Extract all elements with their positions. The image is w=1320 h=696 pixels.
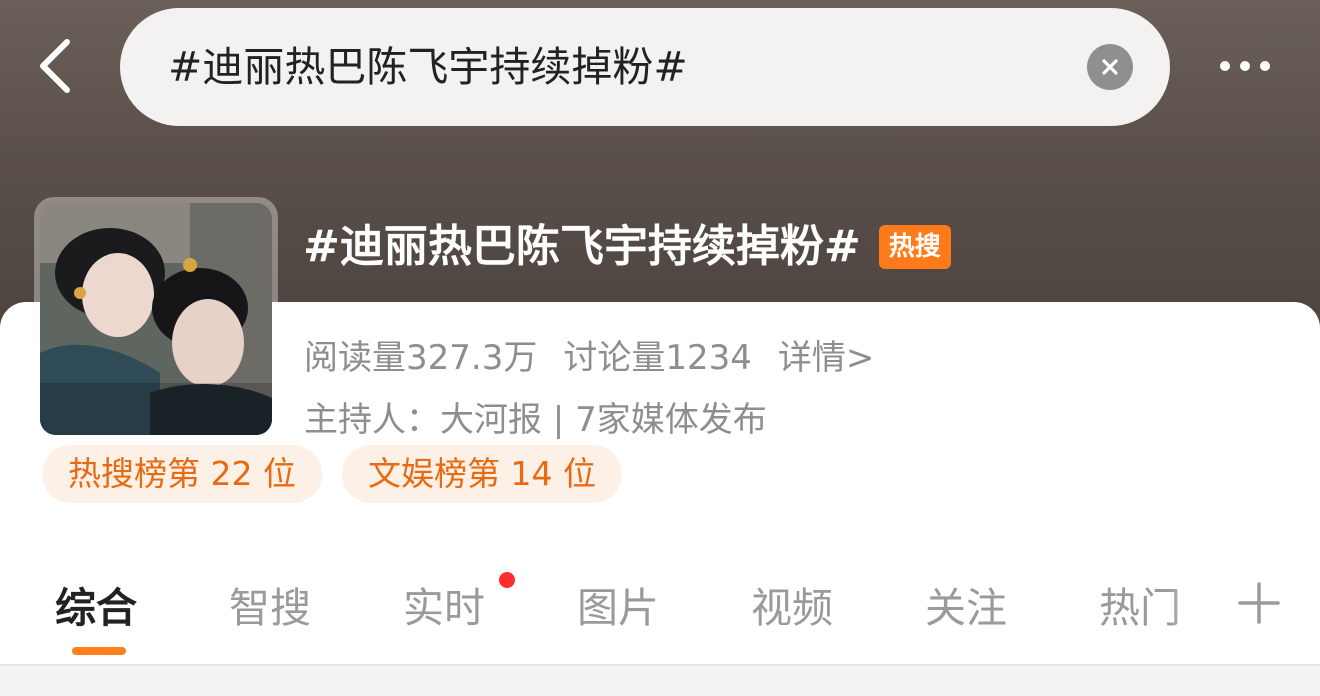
clear-circle-icon [1102,59,1118,75]
tab-images[interactable]: 图片 [577,574,659,634]
active-tab-indicator [72,647,126,655]
rank-tag-entertainment[interactable]: 文娱榜第 14 位 [341,445,622,503]
chevron-left-icon [40,39,70,93]
topic-title-row: #迪丽热巴陈飞宇持续掉粉# 热搜 [303,212,951,282]
tab-fade-overlay [1170,560,1230,650]
tab-videos[interactable]: 视频 [751,574,833,634]
feed-background [0,666,1320,696]
more-horizontal-icon [1220,61,1230,71]
plus-icon [1238,582,1280,624]
rank-tags: 热搜榜第 22 位 文娱榜第 14 位 [42,445,622,503]
details-link[interactable]: 详情> [778,338,875,378]
host-info[interactable]: 主持人：大河报 | 7家媒体发布 [304,392,767,441]
topic-title: #迪丽热巴陈飞宇持续掉粉# [303,221,861,272]
more-options-button[interactable] [1200,46,1290,86]
topic-cover-image[interactable] [34,197,278,441]
tab-popular[interactable]: 热门 [1099,574,1181,634]
search-bar[interactable]: #迪丽热巴陈飞宇持续掉粉# [120,8,1170,126]
tab-realtime[interactable]: 实时 [403,574,485,634]
add-tab-button[interactable] [1236,580,1282,626]
discussion-count: 讨论量1234 [563,338,752,378]
tab-bar: 综合 智搜 实时 图片 视频 关注 热门 [0,560,1320,660]
tab-smart-search[interactable]: 智搜 [229,574,311,634]
tab-following[interactable]: 关注 [925,574,1007,634]
topic-stats: 阅读量327.3万 讨论量1234 详情> [304,330,900,379]
tab-comprehensive[interactable]: 综合 [55,574,137,634]
search-input[interactable]: #迪丽热巴陈飞宇持续掉粉# [168,8,688,126]
new-content-dot [499,572,515,588]
cover-photo [40,203,272,435]
clear-search-button[interactable] [1087,44,1133,90]
back-button[interactable] [30,38,80,94]
read-count: 阅读量327.3万 [304,338,538,378]
hot-search-badge: 热搜 [878,225,951,269]
rank-tag-hot-search[interactable]: 热搜榜第 22 位 [42,445,322,503]
